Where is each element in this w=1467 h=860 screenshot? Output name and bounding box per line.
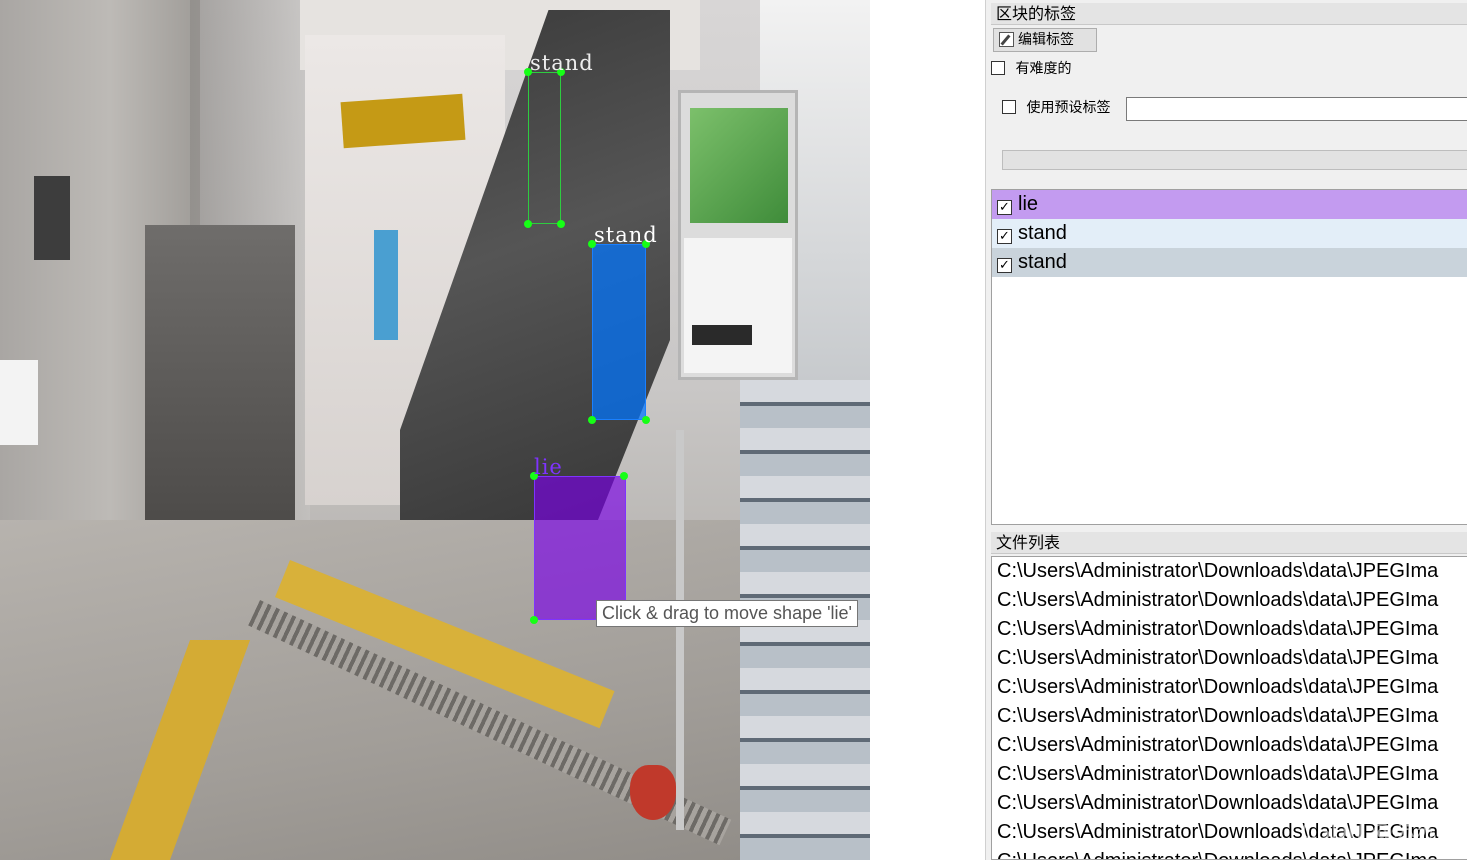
use-default-label-checkbox[interactable]	[1002, 100, 1016, 114]
file-list-panel-title: 文件列表	[991, 532, 1467, 554]
bbox-stand[interactable]	[528, 72, 561, 224]
bbox-label: stand	[530, 51, 594, 75]
box-labels-panel-title: 区块的标签	[991, 3, 1467, 25]
bbox-lie[interactable]	[534, 476, 626, 620]
file-list-item[interactable]: C:\Users\Administrator\Downloads\data\JP…	[992, 731, 1467, 760]
photo-yellow-sign	[340, 93, 466, 149]
difficult-checkbox[interactable]	[991, 61, 1005, 75]
move-shape-tooltip: Click & drag to move shape 'lie'	[596, 600, 858, 627]
difficult-label: 有难度的	[1015, 61, 1072, 77]
photo-led-display	[692, 325, 752, 345]
file-list-item[interactable]: C:\Users\Administrator\Downloads\data\JP…	[992, 644, 1467, 673]
edit-label-text: 编辑标签	[1018, 32, 1074, 48]
file-list-item[interactable]: C:\Users\Administrator\Downloads\data\JP…	[992, 615, 1467, 644]
bbox-label: stand	[594, 223, 658, 247]
file-list-item[interactable]: C:\Users\Administrator\Downloads\data\JP…	[992, 673, 1467, 702]
photo-poster	[374, 230, 398, 340]
bbox-vertex[interactable]	[524, 220, 532, 228]
default-label-input[interactable]	[1126, 97, 1467, 121]
photo-exit-pictogram	[690, 108, 788, 223]
bbox-vertex[interactable]	[588, 416, 596, 424]
photo-doorway	[145, 225, 295, 525]
bbox-vertex[interactable]	[557, 220, 565, 228]
right-dock: 区块的标签 编辑标签 有难度的 使用预设标签 ✓ lie ✓ stand ✓ stan…	[985, 0, 1467, 860]
photo-wall-sign	[0, 360, 38, 445]
use-default-label-text: 使用预设标签	[1026, 100, 1111, 116]
image-canvas[interactable]: stand stand lie Click & drag to move sha…	[0, 0, 985, 860]
photo-handrail	[676, 430, 684, 830]
label-filter-combo[interactable]	[1002, 150, 1467, 170]
label-list-item[interactable]: ✓ stand	[992, 219, 1467, 248]
bbox-vertex[interactable]	[642, 416, 650, 424]
label-list-item[interactable]: ✓ lie	[992, 190, 1467, 219]
file-list-item[interactable]: C:\Users\Administrator\Downloads\data\JP…	[992, 702, 1467, 731]
bbox-vertex[interactable]	[620, 472, 628, 480]
label-name: stand	[1018, 222, 1067, 244]
file-list-item[interactable]: C:\Users\Administrator\Downloads\data\JP…	[992, 586, 1467, 615]
use-default-label-row[interactable]: 使用预设标签	[1002, 99, 1110, 117]
file-list-item[interactable]: C:\Users\Administrator\Downloads\data\JP…	[992, 847, 1467, 859]
checkbox-checked-icon[interactable]: ✓	[997, 200, 1012, 215]
label-list[interactable]: ✓ lie ✓ stand ✓ stand	[991, 189, 1467, 525]
photo-info-panel	[684, 238, 792, 373]
photo-red-bucket	[630, 765, 676, 820]
subway-escalator-photo	[0, 0, 870, 860]
bbox-label: lie	[534, 455, 563, 479]
checkbox-checked-icon[interactable]: ✓	[997, 258, 1012, 273]
watermark: CSDN @苏苏哒	[1301, 820, 1459, 845]
difficult-checkbox-row[interactable]: 有难度的	[991, 60, 1071, 78]
bbox-vertex[interactable]	[530, 616, 538, 624]
bbox-stand[interactable]	[592, 244, 646, 420]
label-name: lie	[1018, 193, 1039, 215]
photo-restroom-sign	[34, 176, 70, 260]
edit-icon	[999, 32, 1014, 47]
edit-label-button[interactable]: 编辑标签	[993, 28, 1097, 52]
checkbox-checked-icon[interactable]: ✓	[997, 229, 1012, 244]
label-name: stand	[1018, 251, 1067, 273]
file-list-item[interactable]: C:\Users\Administrator\Downloads\data\JP…	[992, 760, 1467, 789]
file-list-item[interactable]: C:\Users\Administrator\Downloads\data\JP…	[992, 557, 1467, 586]
label-list-item[interactable]: ✓ stand	[992, 248, 1467, 277]
